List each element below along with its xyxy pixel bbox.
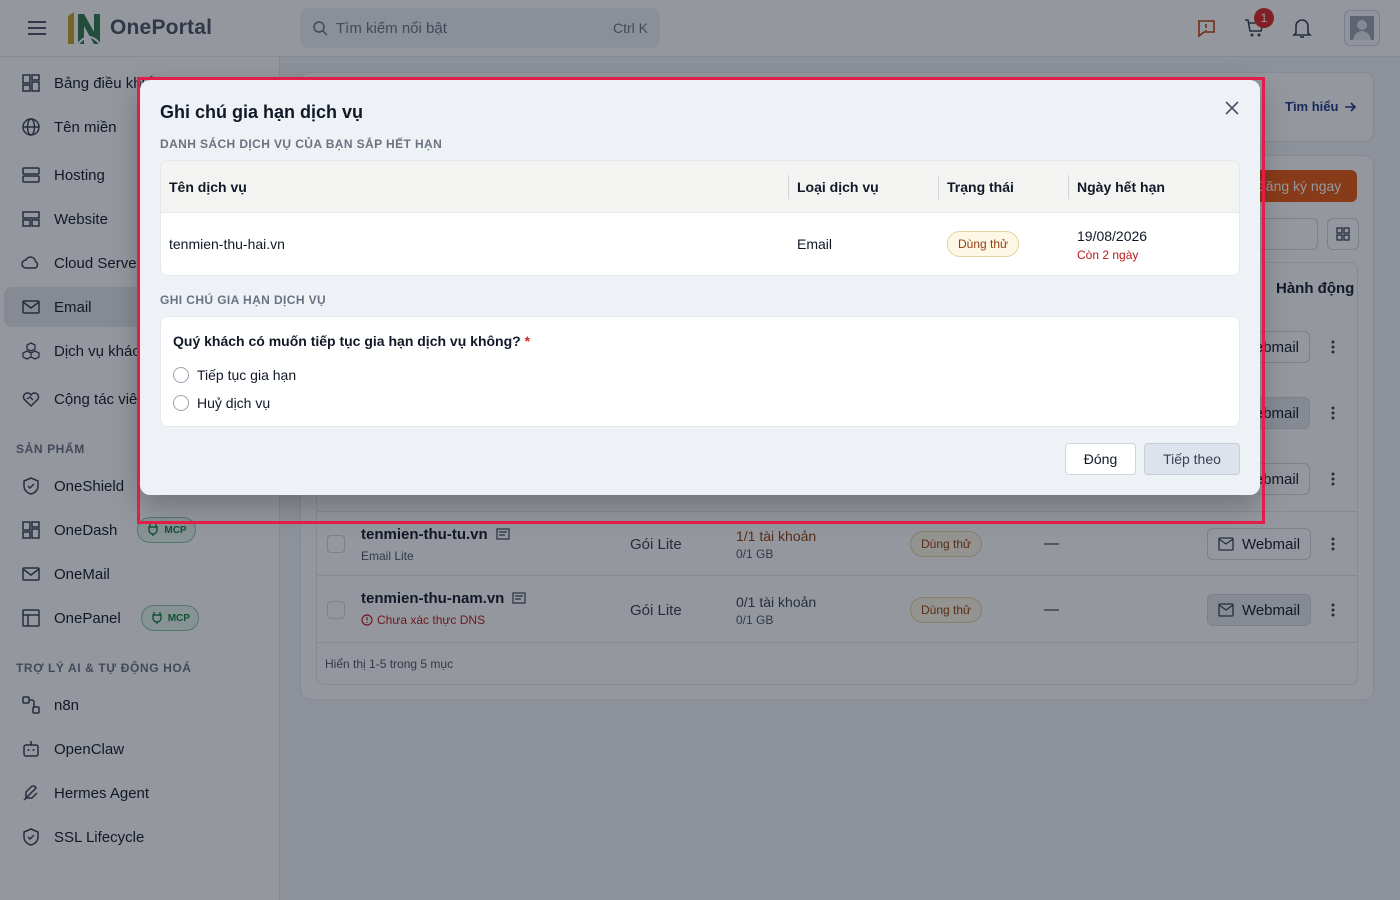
column-divider — [1068, 175, 1069, 199]
next-button[interactable]: Tiếp theo — [1144, 443, 1240, 475]
renewal-note-modal: Ghi chú gia hạn dịch vụ DANH SÁCH DỊCH V… — [140, 80, 1260, 495]
expiring-services-title: DANH SÁCH DỊCH VỤ CỦA BẠN SẮP HẾT HẠN — [160, 137, 443, 151]
column-header-service-type: Loại dịch vụ — [797, 179, 879, 195]
required-mark: * — [524, 333, 531, 349]
column-header-status: Trạng thái — [947, 179, 1014, 195]
service-type: Email — [797, 236, 833, 252]
renewal-note-title: GHI CHÚ GIA HẠN DỊCH VỤ — [160, 293, 327, 307]
close-icon[interactable] — [1222, 98, 1242, 118]
status-badge: Dùng thử — [947, 231, 1020, 257]
renewal-question-box: Quý khách có muốn tiếp tục gia hạn dịch … — [160, 316, 1240, 427]
column-header-expiry: Ngày hết hạn — [1077, 179, 1165, 195]
close-button[interactable]: Đóng — [1065, 443, 1136, 475]
option-continue-renewal[interactable]: Tiếp tục gia hạn — [173, 367, 296, 383]
column-header-service-name: Tên dịch vụ — [169, 179, 247, 195]
option-cancel-service[interactable]: Huỷ dịch vụ — [173, 395, 270, 411]
renewal-question: Quý khách có muốn tiếp tục gia hạn dịch … — [173, 333, 531, 349]
column-divider — [788, 175, 789, 199]
radio-button[interactable] — [173, 395, 189, 411]
radio-button[interactable] — [173, 367, 189, 383]
service-name: tenmien-thu-hai.vn — [169, 236, 285, 252]
modal-title: Ghi chú gia hạn dịch vụ — [160, 102, 364, 122]
expiry-date: 19/08/2026 — [1077, 228, 1148, 244]
expiring-services-table: Tên dịch vụ Loại dịch vụ Trạng thái Ngày… — [160, 160, 1240, 276]
days-remaining: Còn 2 ngày — [1077, 248, 1139, 262]
column-divider — [938, 175, 939, 199]
table-header: Tên dịch vụ Loại dịch vụ Trạng thái Ngày… — [161, 161, 1239, 213]
